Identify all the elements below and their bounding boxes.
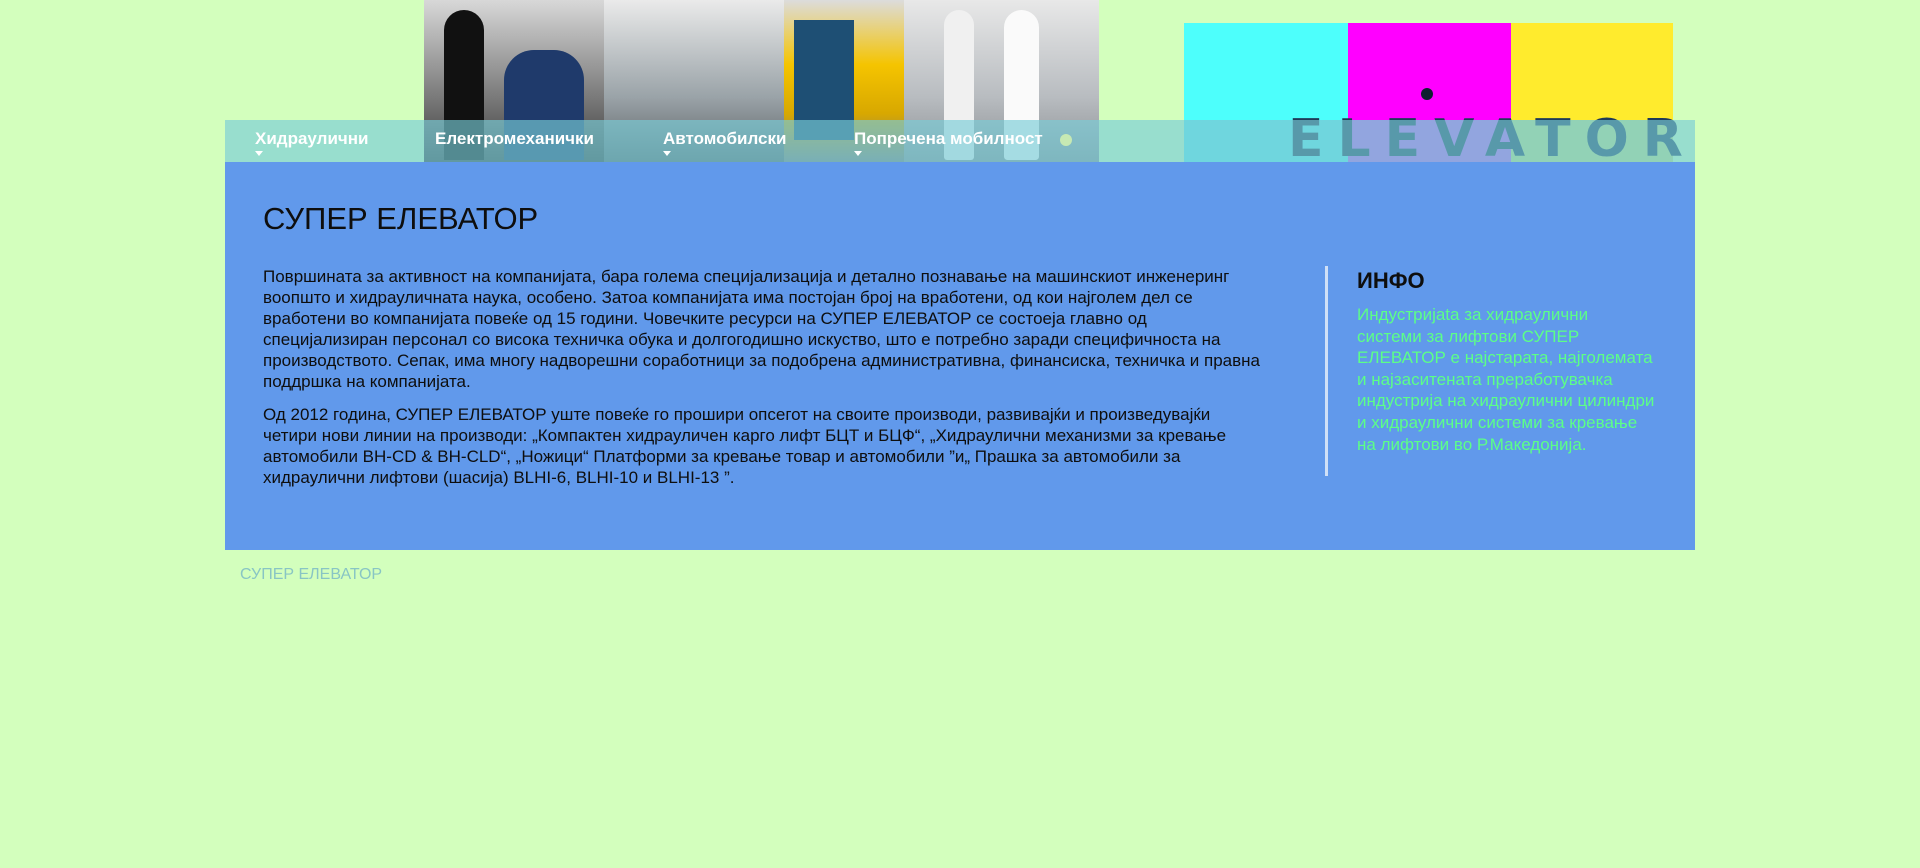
footer-text: СУПЕР ЕЛЕВАТОР (240, 566, 383, 583)
sidebar-divider (1325, 266, 1328, 476)
article-paragraph: Површината за активност на компанијата, … (263, 267, 1260, 391)
nav-item-reduced-mobility[interactable]: Попречена мобилност (854, 129, 1043, 156)
nav-item-hydraulic[interactable]: Хидраулични (255, 129, 369, 156)
main-navigation: Хидраулични Електромеханички Автомобилск… (225, 120, 1695, 162)
caret-down-icon (854, 151, 862, 156)
info-title: ИНФО (1357, 268, 1425, 293)
logo-dot (1421, 88, 1433, 100)
nav-item-label: Автомобилски (663, 129, 787, 148)
main-content: СУПЕР ЕЛЕВАТОР Површината за активност н… (225, 162, 1695, 550)
nav-item-label: Електромеханички (435, 129, 595, 148)
info-text: Индустријata за хидраулични системи за л… (1357, 305, 1655, 454)
nav-item-label: Хидраулични (255, 129, 369, 148)
nav-indicator-dot (1060, 134, 1072, 146)
nav-item-electromechanical[interactable]: Електромеханички (435, 129, 594, 149)
nav-item-automotive[interactable]: Автомобилски (663, 129, 787, 156)
nav-item-label: Попречена мобилност (854, 129, 1043, 148)
caret-down-icon (255, 151, 263, 156)
caret-down-icon (663, 151, 671, 156)
article-body: Површината за активност на компанијата, … (263, 266, 1263, 500)
article-paragraph: Од 2012 година, СУПЕР ЕЛЕВАТОР уште пове… (263, 405, 1227, 487)
page-title: СУПЕР ЕЛЕВАТОР (263, 201, 539, 236)
